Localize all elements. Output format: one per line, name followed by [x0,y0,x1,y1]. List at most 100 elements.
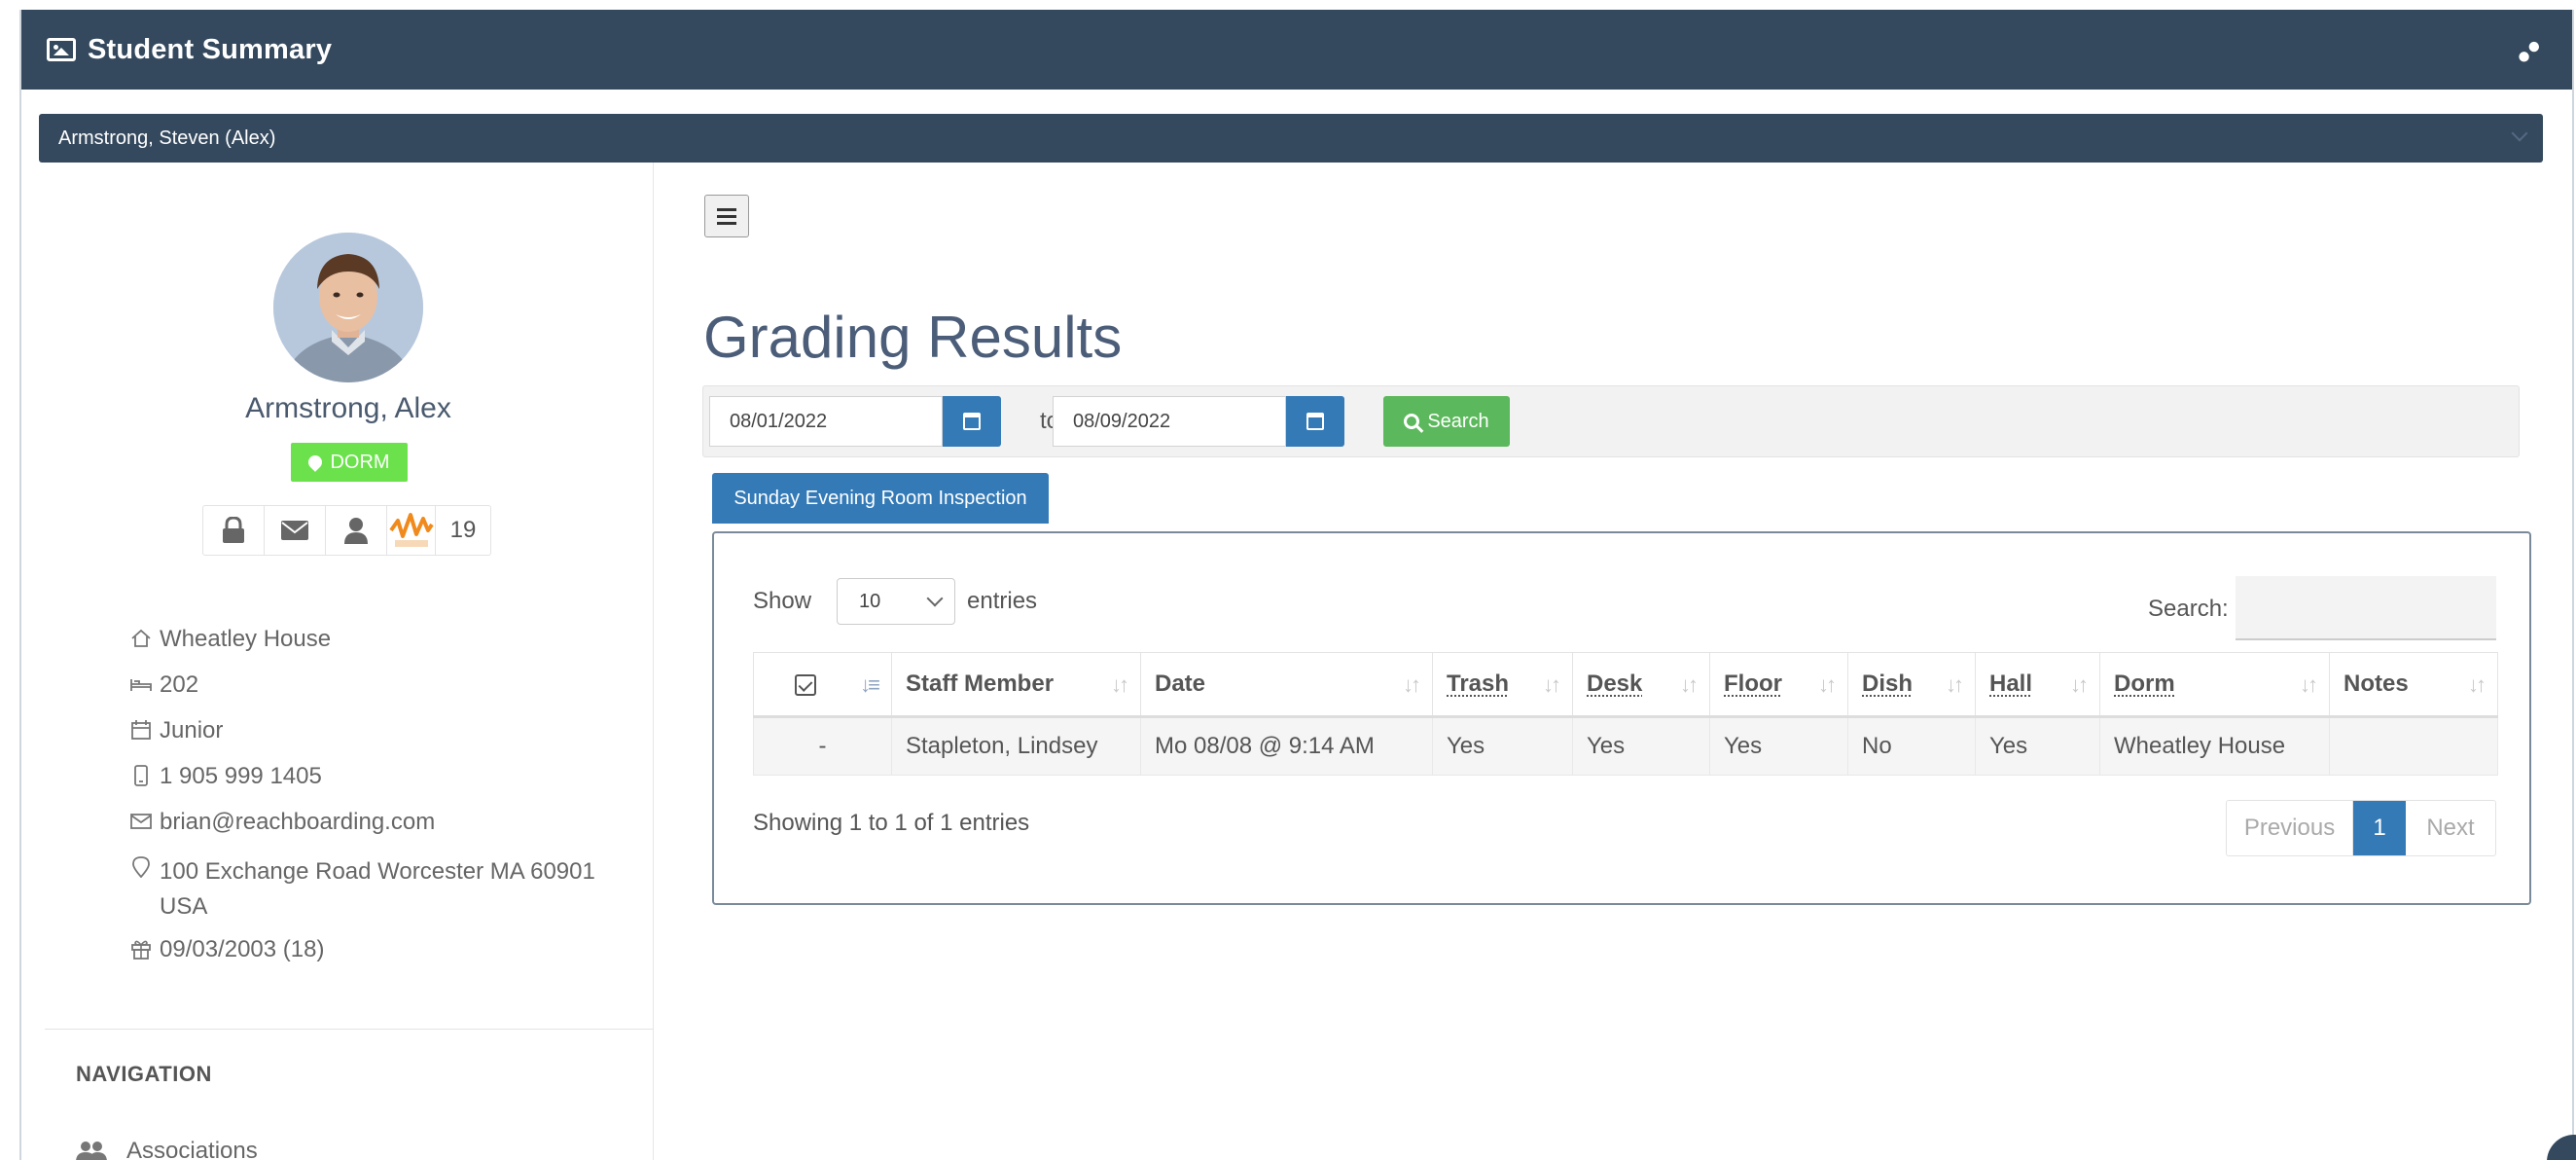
lock-button[interactable] [203,506,265,555]
cell-date: Mo 08/08 @ 9:14 AM [1140,716,1433,776]
link-icon[interactable]: ●● [2509,32,2548,71]
milestones-logo-icon [388,513,434,547]
info-birthday-value: 09/03/2003 (18) [160,936,325,962]
cell-hall: Yes [1975,716,2100,776]
calendar-icon [963,413,981,430]
info-email: brian@reachboarding.com [130,809,617,854]
pagination-page-1[interactable]: 1 [2353,801,2406,855]
student-select-value: Armstrong, Steven (Alex) [58,127,276,149]
student-info-list: Wheatley House 202 Junior 1 905 999 1405… [130,626,617,982]
panel-title: Student Summary [88,33,333,65]
sort-icon: ↓↑ [2070,672,2089,697]
nav-item-associations[interactable]: Associations [76,1138,258,1160]
sort-icon: ↓↑ [2300,672,2318,697]
navigation-heading: NAVIGATION [76,1062,212,1086]
student-select[interactable]: Armstrong, Steven (Alex) [39,114,2543,163]
home-icon [131,629,151,647]
entries-label: entries [967,588,1038,614]
search-icon [1404,414,1420,429]
table-search-input[interactable] [2236,576,2496,640]
column-header-trash[interactable]: Trash ↓↑ [1432,652,1573,718]
page-length-select[interactable]: 10 [837,578,955,625]
user-icon [344,518,368,544]
column-header-dorm[interactable]: Dorm ↓↑ [2099,652,2330,718]
column-header-date[interactable]: Date ↓↑ [1140,652,1433,718]
profile-button[interactable] [326,506,387,555]
info-house-value: Wheatley House [160,626,332,652]
column-header-hall[interactable]: Hall ↓↑ [1975,652,2100,718]
table-row[interactable]: - Stapleton, Lindsey Mo 08/08 @ 9:14 AM … [753,716,2498,776]
info-room: 202 [130,671,617,717]
tab-sunday-evening-room-inspection[interactable]: Sunday Evening Room Inspection [712,473,1049,524]
info-phone: 1 905 999 1405 [130,763,617,809]
map-pin-icon [305,453,326,472]
page-title: Grading Results [703,305,1123,370]
from-date-picker-button[interactable] [943,396,1001,447]
cell-dorm: Wheatley House [2099,716,2330,776]
page-length-value: 10 [859,590,881,612]
search-button-label: Search [1427,410,1489,432]
envelope-outline-icon [130,814,152,829]
column-header-dish[interactable]: Dish ↓↑ [1847,652,1976,718]
sort-icon: ↓↑ [1946,672,1964,697]
date-filter-bar: 08/01/2022 to 08/09/2022 Search [702,385,2520,457]
sort-icon: ↓↑ [1403,672,1421,697]
select-all-header[interactable]: ↓≡ [753,652,892,718]
column-header-staff-member[interactable]: Staff Member ↓↑ [891,652,1141,718]
chat-launcher-button[interactable] [2547,1135,2576,1160]
pagination-previous-button[interactable]: Previous [2227,801,2353,855]
results-table-container: Show 10 entries Search: ↓≡ Staff Member ↓… [712,531,2531,905]
sidebar-divider [45,1029,654,1030]
show-label: Show [753,588,812,614]
info-address-value: 100 Exchange Road Worcester MA 60901 USA [160,858,595,920]
email-button[interactable] [265,506,326,555]
to-date-picker-button[interactable] [1286,396,1344,447]
bed-icon [130,679,152,691]
column-header-notes[interactable]: Notes ↓↑ [2329,652,2498,718]
hamburger-icon [717,207,736,211]
cell-notes [2329,716,2498,776]
mobile-phone-icon [134,765,148,786]
info-room-value: 202 [160,671,199,698]
panel-header: Student Summary ●● [21,10,2572,90]
profile-actions: 19 [202,505,491,556]
sort-icon: ↓↑ [1818,672,1837,697]
cell-select[interactable]: - [753,716,892,776]
column-header-floor[interactable]: Floor ↓↑ [1709,652,1848,718]
to-date-input[interactable]: 08/09/2022 [1053,396,1286,447]
milestones-count: 19 [449,517,477,543]
column-header-desk[interactable]: Desk ↓↑ [1572,652,1710,718]
avatar [273,233,423,382]
nav-item-label: Associations [126,1138,258,1160]
info-email-value: brian@reachboarding.com [160,809,436,835]
map-marker-icon [132,856,150,878]
image-icon [47,38,76,61]
envelope-icon [281,521,308,540]
profile-sidebar: Armstrong, Alex DORM 19 Wheatley House 2… [21,163,654,1160]
sort-icon: ↓↑ [2468,672,2487,697]
dorm-badge-label: DORM [330,451,390,473]
table-info: Showing 1 to 1 of 1 entries [753,810,1030,836]
sort-icon: ↓↑ [1543,672,1561,697]
sort-active-icon: ↓≡ [860,672,880,697]
from-date-input[interactable]: 08/01/2022 [709,396,943,447]
dorm-status-badge: DORM [291,443,408,482]
users-icon [76,1142,107,1160]
pagination-next-button[interactable]: Next [2406,801,2495,855]
pagination: Previous 1 Next [2226,800,2496,856]
milestones-button[interactable] [387,506,436,555]
menu-toggle-button[interactable] [704,195,749,237]
sort-icon: ↓↑ [1680,672,1699,697]
search-button[interactable]: Search [1383,396,1510,447]
chevron-down-icon [2511,125,2528,142]
cell-staff-member: Stapleton, Lindsey [891,716,1141,776]
grading-results-table: ↓≡ Staff Member ↓↑ Date ↓↑ Trash ↓↑ Desk ↓↑ … [753,652,2498,776]
cell-desk: Yes [1572,716,1710,776]
chevron-down-icon [926,590,944,607]
student-summary-panel: Student Summary ●● Armstrong, Steven (Al… [19,10,2576,1160]
info-grade: Junior [130,717,617,763]
table-search-label: Search: [2148,596,2229,622]
cell-floor: Yes [1709,716,1848,776]
lock-icon [223,517,244,543]
info-house: Wheatley House [130,626,617,671]
